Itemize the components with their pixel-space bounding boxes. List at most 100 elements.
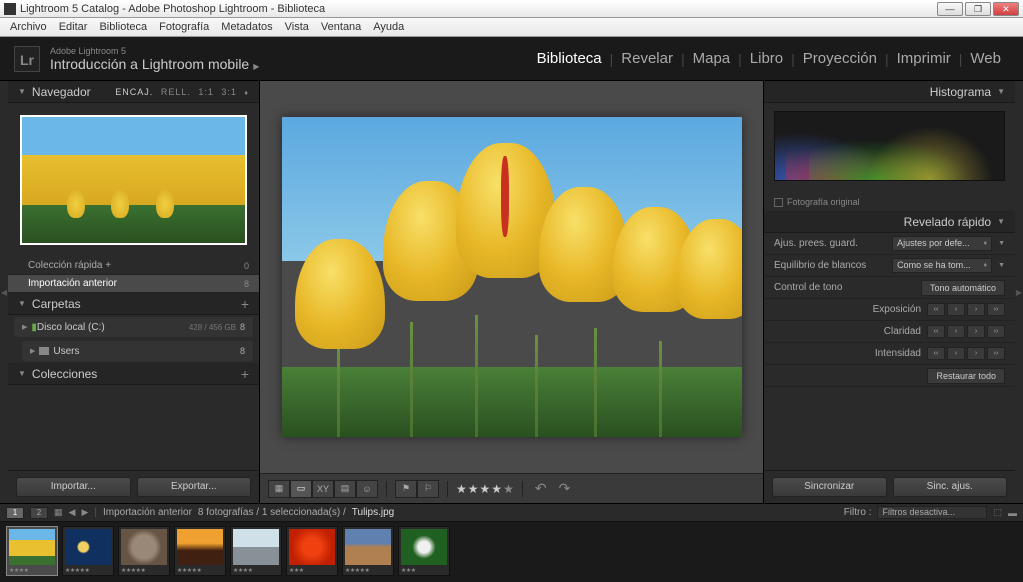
filmstrip-thumb[interactable]: ★★★★★: [62, 526, 114, 576]
monitor-1-button[interactable]: 1: [6, 507, 24, 519]
loupe-view-button[interactable]: ▭: [290, 480, 312, 498]
intensity-minus[interactable]: ‹: [947, 347, 965, 360]
catalog-previous-import[interactable]: Importación anterior 8: [8, 275, 259, 293]
reset-row: Restaurar todo: [764, 365, 1015, 387]
histogram-header[interactable]: Histograma ▼: [764, 81, 1015, 103]
clarity-big-minus[interactable]: ‹‹: [927, 325, 945, 338]
intensity-big-plus[interactable]: ››: [987, 347, 1005, 360]
navigator-title: Navegador: [32, 85, 111, 99]
add-collection-icon[interactable]: +: [241, 366, 249, 382]
flag-reject-button[interactable]: ⚐: [417, 480, 439, 498]
navigator-header[interactable]: ▼ Navegador ENCAJ. RELL. 1:1 3:1 ♦: [8, 81, 259, 103]
menu-metadatos[interactable]: Metadatos: [215, 19, 278, 35]
rating-stars[interactable]: ★★★★★: [456, 482, 514, 496]
identity-plate[interactable]: Introducción a Lightroom mobile▶: [50, 56, 529, 72]
original-photo-checkbox[interactable]: Fotografía original: [764, 193, 1015, 211]
exposure-minus[interactable]: ‹: [947, 303, 965, 316]
module-imprimir[interactable]: Imprimir: [889, 50, 959, 67]
chevron-right-icon: ▶: [22, 323, 27, 331]
right-panel-toggle[interactable]: ▶: [1015, 81, 1023, 503]
reset-all-button[interactable]: Restaurar todo: [927, 368, 1005, 384]
folder-drive[interactable]: ▶ ▮ Disco local (C:) 428 / 456 GB 8: [14, 317, 253, 337]
intensity-big-minus[interactable]: ‹‹: [927, 347, 945, 360]
preset-dropdown[interactable]: Ajustes por defe...♦: [892, 236, 992, 251]
rotate-left-button[interactable]: ↶: [531, 480, 551, 497]
filmstrip-filename: Tulips.jpg: [352, 507, 394, 518]
maximize-button[interactable]: ❐: [965, 2, 991, 16]
filmstrip-thumb[interactable]: ★★★★★: [342, 526, 394, 576]
filmstrip-source[interactable]: Importación anterior: [103, 507, 192, 518]
histogram-display[interactable]: [764, 103, 1015, 193]
import-button[interactable]: Importar...: [16, 477, 131, 497]
monitor-2-button[interactable]: 2: [30, 507, 48, 519]
filmstrip-bar: 1 2 ▦ ◀ ▶ | Importación anterior 8 fotog…: [0, 504, 1023, 522]
chevron-right-icon: ▶: [30, 347, 35, 355]
navigator-zoom-options[interactable]: ENCAJ. RELL. 1:1 3:1 ♦: [111, 87, 249, 97]
module-revelar[interactable]: Revelar: [613, 50, 681, 67]
module-proyeccion[interactable]: Proyección: [795, 50, 885, 67]
main-image: [282, 117, 742, 437]
filmstrip-thumb[interactable]: ★★★: [398, 526, 450, 576]
filmstrip-thumb[interactable]: ★★★★★: [174, 526, 226, 576]
grid-icon[interactable]: ▦: [54, 507, 63, 518]
forward-icon[interactable]: ▶: [81, 507, 88, 518]
flag-pick-button[interactable]: ⚑: [395, 480, 417, 498]
menu-vista[interactable]: Vista: [279, 19, 315, 35]
people-view-button[interactable]: ☺: [356, 480, 378, 498]
auto-tone-button[interactable]: Tono automático: [921, 280, 1005, 296]
window-title: Lightroom 5 Catalog - Adobe Photoshop Li…: [20, 3, 937, 15]
sync-button[interactable]: Sincronizar: [772, 477, 887, 497]
filmstrip-thumb[interactable]: ★★★: [286, 526, 338, 576]
menu-editar[interactable]: Editar: [53, 19, 94, 35]
add-folder-icon[interactable]: +: [241, 296, 249, 312]
loupe-view[interactable]: [260, 81, 763, 473]
grid-view-button[interactable]: ▦: [268, 480, 290, 498]
white-balance-dropdown[interactable]: Como se ha tom...♦: [892, 258, 992, 273]
folder-users[interactable]: ▶ Users 8: [22, 341, 253, 361]
chevron-down-icon[interactable]: ▼: [998, 262, 1005, 269]
exposure-row: Exposición ‹‹ ‹ › ››: [764, 299, 1015, 321]
minimize-button[interactable]: —: [937, 2, 963, 16]
intensity-plus[interactable]: ›: [967, 347, 985, 360]
rotate-right-button[interactable]: ↷: [555, 480, 575, 497]
back-icon[interactable]: ◀: [69, 507, 76, 518]
menu-ayuda[interactable]: Ayuda: [367, 19, 410, 35]
menu-ventana[interactable]: Ventana: [315, 19, 367, 35]
menu-fotografia[interactable]: Fotografía: [153, 19, 215, 35]
left-panel-toggle[interactable]: ◀: [0, 81, 8, 503]
module-libro[interactable]: Libro: [742, 50, 791, 67]
export-button[interactable]: Exportar...: [137, 477, 252, 497]
exposure-plus[interactable]: ›: [967, 303, 985, 316]
module-web[interactable]: Web: [962, 50, 1009, 67]
clarity-plus[interactable]: ›: [967, 325, 985, 338]
chevron-down-icon[interactable]: ▼: [998, 240, 1005, 247]
app-icon: [4, 3, 16, 15]
clarity-big-plus[interactable]: ››: [987, 325, 1005, 338]
filmstrip-thumb[interactable]: ★★★★: [230, 526, 282, 576]
compare-view-button[interactable]: XY: [312, 480, 334, 498]
folders-header[interactable]: ▼ Carpetas +: [8, 293, 259, 315]
survey-view-button[interactable]: ▤: [334, 480, 356, 498]
filmstrip-thumb[interactable]: ★★★★: [6, 526, 58, 576]
collections-header[interactable]: ▼ Colecciones +: [8, 363, 259, 385]
exposure-big-minus[interactable]: ‹‹: [927, 303, 945, 316]
filter-lock-icon[interactable]: ⬚: [993, 507, 1002, 518]
sync-settings-button[interactable]: Sinc. ajus.: [893, 477, 1008, 497]
filter-dropdown[interactable]: Filtros desactiva...: [877, 506, 987, 519]
catalog-quick-collection[interactable]: Colección rápida + 0: [8, 257, 259, 275]
navigator-preview[interactable]: [8, 103, 259, 257]
close-button[interactable]: ✕: [993, 2, 1019, 16]
menu-biblioteca[interactable]: Biblioteca: [93, 19, 153, 35]
filter-switch-icon[interactable]: ▬: [1008, 508, 1017, 518]
white-balance-row: Equilibrio de blancos Como se ha tom...♦…: [764, 255, 1015, 277]
center-panel: ▦ ▭ XY ▤ ☺ ⚑ ⚐ ★★★★★ ↶ ↷: [260, 81, 763, 503]
module-mapa[interactable]: Mapa: [685, 50, 739, 67]
clarity-minus[interactable]: ‹: [947, 325, 965, 338]
left-panel: ▼ Navegador ENCAJ. RELL. 1:1 3:1 ♦ C: [8, 81, 260, 503]
filmstrip-thumb[interactable]: ★★★★★: [118, 526, 170, 576]
quick-develop-header[interactable]: Revelado rápido ▼: [764, 211, 1015, 233]
quick-develop-title: Revelado rápido: [904, 215, 991, 229]
exposure-big-plus[interactable]: ››: [987, 303, 1005, 316]
module-biblioteca[interactable]: Biblioteca: [529, 50, 610, 67]
menu-archivo[interactable]: Archivo: [4, 19, 53, 35]
